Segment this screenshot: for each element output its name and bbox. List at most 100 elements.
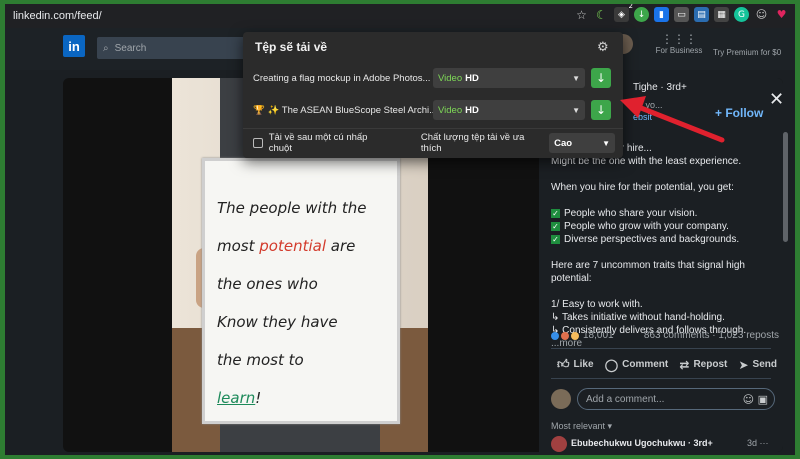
- board-line-5: the most to: [217, 351, 304, 369]
- screen: linkedin.com/feed/ ☆ ☾ ◈ 2 ↓ ▮ ▭ ▤ ▦ G ☺ …: [5, 4, 795, 455]
- thumbs-up-icon: 👍︎: [557, 357, 570, 371]
- author-headline: ng yo...: [633, 100, 663, 110]
- post-actions: 👍︎ Like ◯ Comment ⇄ Repost ➤ Send: [557, 357, 777, 372]
- board-line-6: learn!: [217, 379, 397, 417]
- emoji-and-image-icons[interactable]: ☺ ▣: [743, 393, 768, 406]
- close-icon[interactable]: ✕: [769, 90, 783, 108]
- grammarly-icon[interactable]: G: [734, 7, 749, 22]
- repost-button[interactable]: ⇄ Repost: [679, 357, 727, 372]
- comment-placeholder: Add a comment...: [586, 393, 665, 405]
- download-button[interactable]: ↓: [591, 100, 611, 120]
- quality-res: HD: [465, 72, 479, 84]
- heart-extension-icon[interactable]: ♥: [774, 7, 789, 22]
- comment-time: 3d ···: [747, 438, 769, 448]
- blue-extension-icon[interactable]: ▮: [654, 7, 669, 22]
- like-button[interactable]: 👍︎ Like: [557, 357, 594, 372]
- search-input[interactable]: ⌕ Search: [97, 37, 247, 59]
- gear-icon[interactable]: ⚙: [597, 40, 609, 55]
- follow-button[interactable]: + Follow: [715, 106, 763, 120]
- download-arrow-icon: ↓: [595, 103, 607, 117]
- social-counts: 18,001 863 comments · 1,023 reposts: [551, 330, 779, 341]
- person-extension-icon[interactable]: ☺: [754, 7, 769, 22]
- divider: [243, 128, 623, 129]
- whiteboard: The people with the most potential are t…: [202, 158, 400, 424]
- post-text: e you'll ever hire... Might be the one w…: [551, 142, 775, 350]
- cast-extension-icon[interactable]: ▦: [714, 7, 729, 22]
- reaction-summary[interactable]: 18,001: [551, 330, 614, 341]
- address-bar[interactable]: linkedin.com/feed/: [13, 10, 102, 22]
- board-line-1: The people with the: [217, 199, 367, 217]
- auto-download-checkbox[interactable]: [253, 138, 263, 148]
- download-row-2: 🏆 ✨ The ASEAN BlueScope Steel Archi... V…: [253, 98, 615, 122]
- file-name: 🏆 ✨ The ASEAN BlueScope Steel Archi...: [253, 104, 433, 116]
- check-text-2: People who grow with your company.: [564, 221, 729, 232]
- commenter-avatar[interactable]: [551, 436, 567, 452]
- send-icon: ➤: [738, 357, 749, 372]
- board-line-2b: potential: [259, 237, 326, 255]
- reaction-count: 18,001: [583, 330, 614, 341]
- chevron-down-icon: ▼: [572, 105, 580, 115]
- comment-button[interactable]: ◯ Comment: [605, 357, 669, 372]
- whiteboard-text: The people with the most potential are t…: [217, 189, 397, 417]
- sort-comments-dropdown[interactable]: Most relevant ▾: [551, 421, 612, 432]
- post-line-5: ↳ Takes initiative without hand-holding.: [551, 312, 725, 323]
- avatar: [551, 389, 571, 409]
- download-popup: Tệp sẽ tải về ⚙ Creating a flag mockup i…: [243, 32, 623, 158]
- send-label: Send: [752, 359, 777, 370]
- business-label: For Business: [655, 46, 703, 55]
- browser-toolbar: linkedin.com/feed/ ☆ ☾ ◈ 2 ↓ ▮ ▭ ▤ ▦ G ☺ …: [5, 4, 795, 28]
- quality-res: HD: [465, 104, 479, 116]
- preferred-quality-label: Chất lượng tệp tải về ưa thích: [420, 132, 525, 154]
- comment-label: Comment: [622, 359, 669, 370]
- check-item-2: ✓ People who grow with your company.: [551, 220, 775, 233]
- board-line-6a: learn: [217, 389, 256, 407]
- search-icon: ⌕: [103, 42, 109, 54]
- like-label: Like: [573, 359, 594, 370]
- comment-input[interactable]: Add a comment... ☺ ▣: [577, 388, 775, 410]
- file-name: Creating a flag mockup in Adobe Photos..…: [253, 72, 431, 84]
- popup-footer: Tải về sau một cú nhấp chuột Chất lượng …: [253, 132, 615, 154]
- check-item-1: ✓ People who share your vision.: [551, 207, 775, 220]
- quality-select[interactable]: Video HD ▼: [433, 100, 585, 120]
- scrollbar[interactable]: [783, 132, 788, 242]
- comment-composer: Add a comment... ☺ ▣: [551, 388, 777, 410]
- quality-type: Video: [438, 72, 463, 84]
- board-line-4: Know they have: [217, 313, 338, 331]
- like-reaction-icon: [551, 331, 559, 340]
- quality-select[interactable]: Video HD ▼: [433, 68, 585, 88]
- post-line-4: 1/ Easy to work with.: [551, 299, 643, 310]
- board-line-6b: !: [255, 389, 262, 407]
- chevron-down-icon: ▼: [602, 138, 610, 148]
- checkmark-icon: ✓: [551, 209, 560, 218]
- auto-download-label: Tải về sau một cú nhấp chuột: [268, 132, 368, 154]
- check-text-3: Diverse perspectives and backgrounds.: [564, 234, 740, 245]
- author-website-link[interactable]: ebsit: [633, 112, 652, 122]
- linkedin-logo-icon[interactable]: in: [63, 35, 85, 57]
- author-name[interactable]: Tighe · 3rd+: [633, 82, 687, 93]
- comments-reposts-count[interactable]: 863 comments · 1,023 reposts: [644, 330, 779, 341]
- send-button[interactable]: ➤ Send: [738, 357, 777, 372]
- download-row-1: Creating a flag mockup in Adobe Photos..…: [253, 66, 615, 90]
- check-text-1: People who share your vision.: [564, 208, 698, 219]
- board-line-3: the ones who: [217, 275, 318, 293]
- shield-extension-icon[interactable]: ◈ 2: [614, 4, 633, 22]
- window-extension-icon[interactable]: ▭: [674, 7, 689, 22]
- extension-icons: ☆ ☾ ◈ 2 ↓ ▮ ▭ ▤ ▦ G ☺ ♥: [574, 4, 789, 22]
- grid-icon: ⋮⋮⋮: [661, 32, 697, 46]
- bookmark-star-icon[interactable]: ☆: [574, 7, 589, 22]
- post-line-3: Here are 7 uncommon traits that signal h…: [551, 260, 745, 284]
- preferred-quality-value: Cao: [554, 137, 573, 149]
- divider: [551, 348, 771, 349]
- board-line-2a: most: [217, 237, 260, 255]
- nav-business[interactable]: ⋮⋮⋮ For Business: [653, 32, 705, 55]
- commenter-name[interactable]: Ebubechukwu Ugochukwu · 3rd+: [571, 438, 713, 448]
- check-item-3: ✓ Diverse perspectives and backgrounds.: [551, 233, 775, 246]
- flag-extension-icon[interactable]: ▤: [694, 7, 709, 22]
- chevron-down-icon: ▼: [572, 73, 580, 83]
- checkmark-icon: ✓: [551, 222, 560, 231]
- preferred-quality-select[interactable]: Cao ▼: [549, 133, 615, 153]
- premium-link[interactable]: Try Premium for $0: [713, 48, 781, 57]
- download-extension-icon[interactable]: ↓: [634, 7, 649, 22]
- moon-extension-icon[interactable]: ☾: [594, 7, 609, 22]
- download-button[interactable]: ↓: [591, 68, 611, 88]
